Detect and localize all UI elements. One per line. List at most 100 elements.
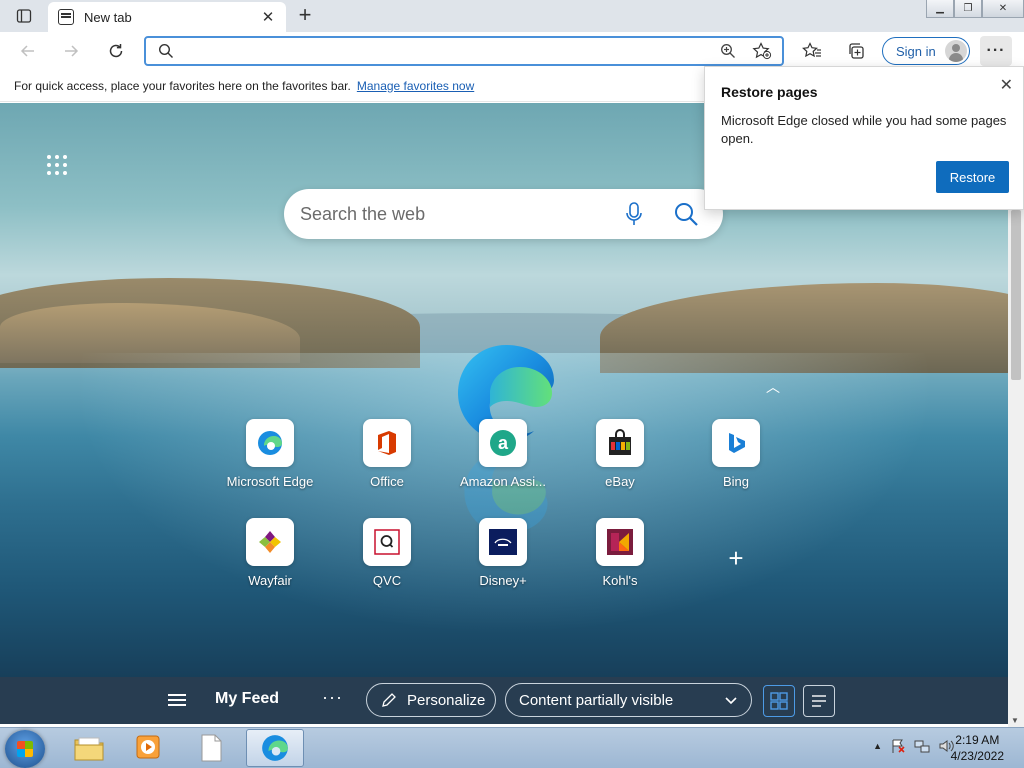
refresh-icon	[109, 44, 123, 58]
quick-link-label: QVC	[372, 573, 402, 588]
favorites-button[interactable]	[797, 36, 827, 66]
app-launcher-icon[interactable]	[45, 153, 69, 177]
quick-link-amazon-assistant[interactable]: a Amazon Assi...	[448, 419, 558, 489]
favorites-bar-message: For quick access, place your favorites h…	[14, 78, 351, 93]
quick-link-disney-plus[interactable]: Disney+	[448, 518, 558, 588]
system-tray: ▲	[873, 738, 954, 754]
add-site-button[interactable]: +	[723, 543, 749, 573]
close-window-button[interactable]: ✕	[982, 0, 1024, 18]
restore-window-button[interactable]: ❐	[954, 0, 982, 18]
personalize-button[interactable]: Personalize	[366, 683, 496, 717]
forward-arrow-icon	[65, 45, 79, 57]
edge-icon	[246, 419, 294, 467]
office-icon	[363, 419, 411, 467]
zoom-icon[interactable]	[720, 43, 736, 59]
system-clock[interactable]: 2:19 AM 4/23/2022	[951, 732, 1004, 764]
forward-button[interactable]	[56, 36, 86, 66]
back-button[interactable]	[13, 36, 43, 66]
kohls-icon	[596, 518, 644, 566]
quick-link-label: Office	[370, 474, 404, 489]
grid-view-icon	[770, 692, 788, 710]
bing-icon	[712, 419, 760, 467]
quick-link-label: Bing	[722, 474, 750, 489]
edge-icon	[262, 735, 288, 761]
plus-icon: +	[728, 543, 744, 573]
scroll-down-arrow-icon[interactable]: ▼	[1011, 716, 1019, 725]
manage-favorites-link[interactable]: Manage favorites now	[357, 79, 474, 93]
disney-icon	[479, 518, 527, 566]
ebay-icon	[596, 419, 644, 467]
scrollbar-thumb[interactable]	[1011, 210, 1021, 380]
list-view-button[interactable]	[803, 685, 835, 717]
new-tab-button[interactable]: +	[292, 4, 318, 28]
quick-link-wayfair[interactable]: Wayfair	[215, 518, 325, 588]
refresh-button[interactable]	[101, 36, 131, 66]
feed-bar: My Feed ··· Personalize Content partiall…	[0, 677, 1008, 724]
dialog-title: Restore pages	[721, 84, 818, 100]
settings-and-more-button[interactable]: ···	[980, 36, 1012, 66]
taskbar-edge[interactable]	[246, 729, 304, 767]
quick-link-microsoft-edge[interactable]: Microsoft Edge	[215, 419, 325, 489]
taskbar: ▲ 2:19 AM 4/23/2022	[0, 727, 1024, 768]
collapse-chevron-icon[interactable]: ︿	[766, 377, 780, 397]
tab-close-icon[interactable]: ✕	[260, 8, 276, 26]
quick-link-label: eBay	[605, 474, 635, 489]
quick-link-label: Microsoft Edge	[226, 474, 314, 489]
add-favorite-icon[interactable]	[752, 42, 772, 60]
clock-date: 4/23/2022	[950, 749, 1004, 763]
collections-icon	[849, 43, 864, 59]
search-submit-icon[interactable]	[673, 201, 699, 227]
grid-view-button[interactable]	[763, 685, 795, 717]
window-controls: ▁ ❐ ✕	[926, 0, 1024, 18]
quick-link-qvc[interactable]: QVC	[332, 518, 442, 588]
address-input[interactable]	[182, 41, 742, 61]
wayfair-icon	[246, 518, 294, 566]
content-visibility-dropdown[interactable]: Content partially visible	[505, 683, 752, 717]
media-player-icon	[136, 735, 160, 759]
my-feed-title[interactable]: My Feed	[215, 690, 279, 708]
feed-more-icon[interactable]: ···	[322, 687, 343, 708]
quick-link-bing[interactable]: Bing	[681, 419, 791, 489]
quick-link-label: Amazon Assi...	[460, 474, 546, 489]
dialog-close-icon[interactable]: ✕	[1000, 75, 1013, 95]
document-icon	[201, 734, 222, 762]
taskbar-blank-document[interactable]	[182, 729, 240, 767]
quick-link-office[interactable]: Office	[332, 419, 442, 489]
tab-actions-button[interactable]	[8, 5, 40, 27]
quick-link-label: Kohl's	[602, 573, 638, 588]
restore-button[interactable]: Restore	[936, 161, 1009, 193]
microphone-icon[interactable]	[624, 202, 644, 226]
more-icon: ···	[986, 42, 1006, 59]
tab-new-tab[interactable]: New tab ✕	[48, 2, 286, 32]
quick-link-ebay[interactable]: eBay	[565, 419, 675, 489]
minimize-button[interactable]: ▁	[926, 0, 954, 18]
list-view-icon	[812, 695, 826, 707]
tab-actions-icon	[16, 9, 32, 23]
taskbar-media-player[interactable]	[120, 729, 178, 767]
personalize-label: Personalize	[407, 691, 486, 709]
action-center-flag-icon[interactable]	[890, 738, 906, 754]
toolbar: Sign in ···	[0, 32, 1024, 70]
new-tab-page-icon	[58, 9, 74, 25]
quick-link-kohls[interactable]: Kohl's	[565, 518, 675, 588]
address-bar[interactable]	[144, 36, 784, 66]
tab-title: New tab	[84, 9, 132, 25]
svg-text:a: a	[498, 433, 509, 453]
web-search-input[interactable]	[300, 202, 600, 226]
collections-button[interactable]	[841, 36, 871, 66]
sign-in-button[interactable]: Sign in	[882, 37, 970, 65]
quick-link-label: Wayfair	[248, 573, 292, 588]
show-hidden-icons-icon[interactable]: ▲	[873, 741, 882, 751]
network-icon[interactable]	[914, 738, 930, 754]
back-arrow-icon	[20, 45, 34, 57]
hamburger-menu-icon[interactable]	[168, 691, 188, 709]
qvc-icon	[363, 518, 411, 566]
pencil-icon	[382, 693, 396, 707]
chevron-down-icon	[725, 697, 737, 705]
favorites-icon	[802, 42, 821, 58]
taskbar-explorer[interactable]	[60, 729, 118, 767]
avatar-icon	[945, 40, 967, 62]
start-button[interactable]	[5, 730, 45, 768]
web-search-box[interactable]	[284, 189, 723, 239]
clock-time: 2:19 AM	[955, 733, 1000, 747]
